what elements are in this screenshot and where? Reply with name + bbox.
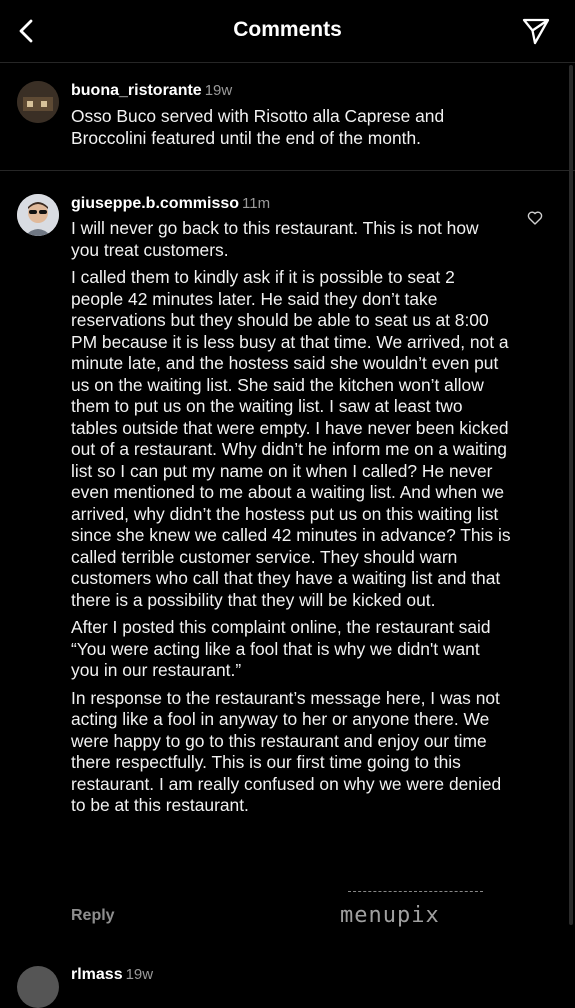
avatar[interactable] [17,966,59,1008]
scrollbar[interactable] [569,65,573,925]
heart-outline-icon[interactable] [527,210,543,226]
caption-username[interactable]: buona_ristorante [71,82,202,99]
reply-button[interactable]: Reply [71,907,115,925]
comment-time: 11m [242,195,271,212]
divider [0,170,575,171]
comment-paragraph: In response to the restaurant’s message … [71,687,502,816]
comment-paragraph: I will never go back to this restaurant.… [71,218,479,260]
comment-text: I will never go back to this restaurant.… [71,218,511,823]
caption-text: Osso Buco served with Risotto alla Capre… [71,106,445,148]
comment-time: 19w [125,966,154,983]
watermark-logo: menupix [340,903,440,928]
page-title: Comments [233,18,342,41]
avatar[interactable] [17,81,59,123]
caption-time: 19w [204,82,233,99]
avatar[interactable] [17,194,59,236]
comment-username[interactable]: giuseppe.b.commisso [71,195,239,212]
caption-meta: buona_ristorante 19w [71,82,232,100]
paper-plane-icon[interactable] [521,16,551,46]
header-bar: Comments [0,0,575,63]
watermark-line [348,891,483,892]
comment-paragraph: After I posted this complaint online, th… [71,617,491,680]
comment-meta: rlmass 19w [71,966,153,984]
comment-username[interactable]: rlmass [71,966,123,983]
comment-paragraph: I called them to kindly ask if it is pos… [71,267,511,610]
comment-meta: giuseppe.b.commisso 11m [71,195,270,213]
